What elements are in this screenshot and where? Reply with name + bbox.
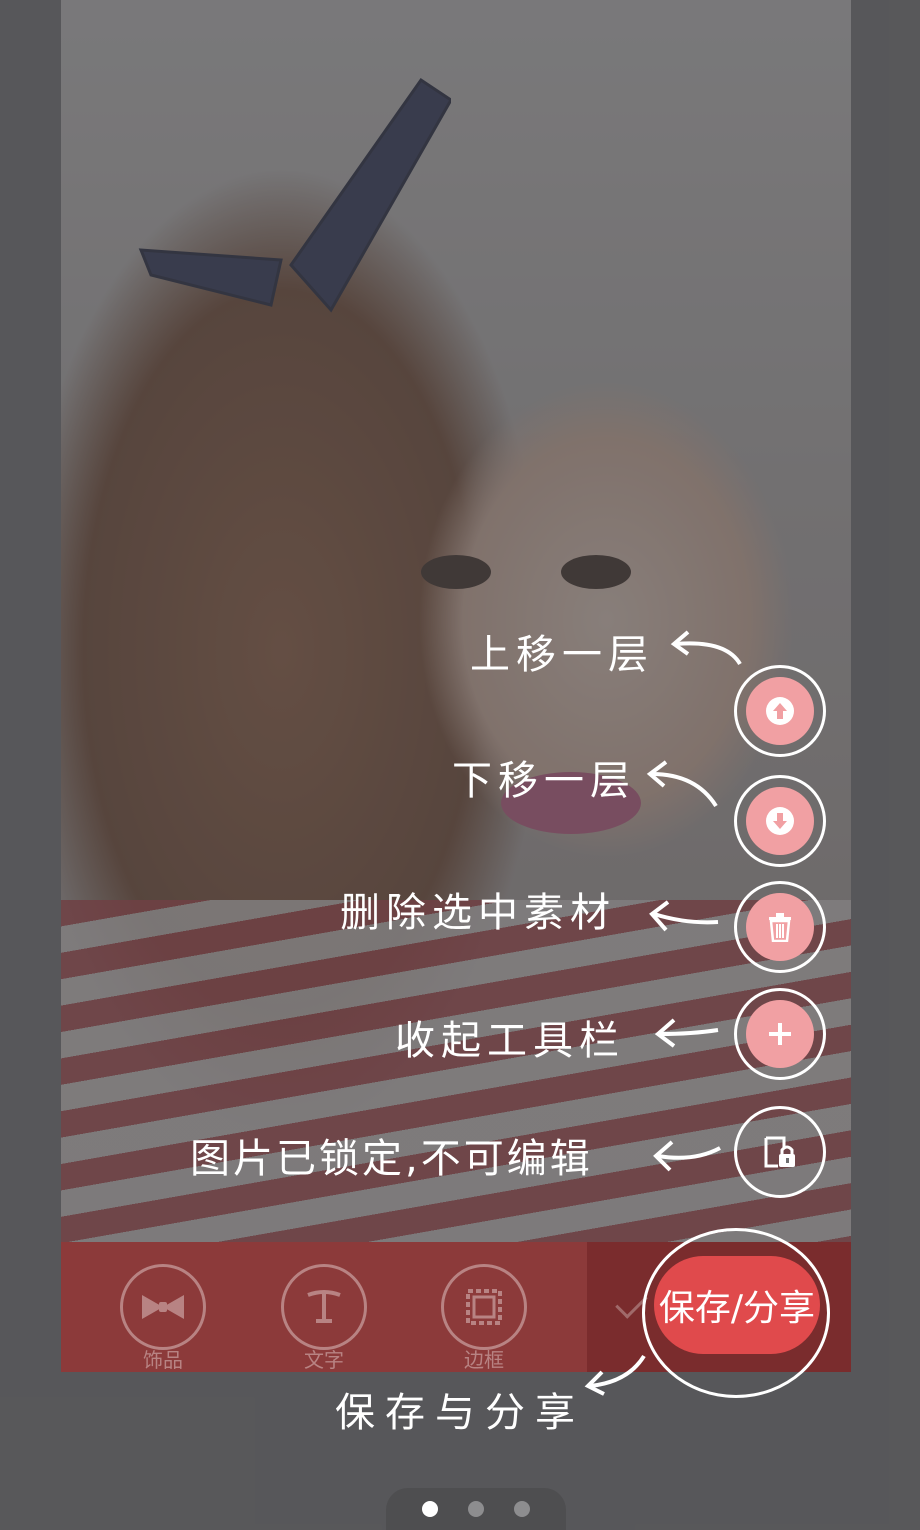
hint-save: 保存与分享 <box>335 1390 585 1436</box>
save-highlight-ring <box>642 1228 830 1398</box>
arrow-move-up-icon <box>670 630 742 666</box>
text-icon <box>307 1290 341 1323</box>
tool-text[interactable]: 文字 <box>281 1264 367 1373</box>
page-dot-active[interactable] <box>422 1501 438 1517</box>
arrow-save-icon <box>584 1354 646 1396</box>
arrow-move-down-icon <box>646 760 718 808</box>
frame-icon <box>466 1289 502 1325</box>
arrow-collapse-icon <box>654 1018 719 1048</box>
hint-locked: 图片已锁定,不可编辑 <box>190 1136 593 1182</box>
hint-collapse: 收起工具栏 <box>395 1018 625 1064</box>
arrow-up-icon <box>766 697 794 725</box>
arrow-delete-icon <box>649 900 719 932</box>
tool-accessory[interactable]: 饰品 <box>120 1264 206 1373</box>
hint-move-up: 上移一层 <box>470 632 654 678</box>
hint-move-down: 下移一层 <box>452 758 636 804</box>
tool-label: 饰品 <box>143 1348 183 1372</box>
tool-frame[interactable]: 边框 <box>441 1264 527 1373</box>
tool-label: 边框 <box>464 1348 504 1372</box>
page-dot[interactable] <box>514 1501 530 1517</box>
page-dot[interactable] <box>468 1501 484 1517</box>
arrow-down-icon <box>766 807 794 835</box>
plus-icon <box>769 1023 791 1045</box>
tool-label: 文字 <box>304 1348 344 1372</box>
collapse-toolbar-button[interactable] <box>734 988 826 1080</box>
move-down-button[interactable] <box>734 775 826 867</box>
bow-icon <box>142 1295 184 1319</box>
move-up-button[interactable] <box>734 665 826 757</box>
page-indicator <box>386 1488 566 1530</box>
lock-button[interactable] <box>734 1106 826 1198</box>
lock-icon <box>764 1136 795 1168</box>
arrow-locked-icon <box>653 1140 721 1172</box>
trash-icon <box>769 913 791 942</box>
delete-button[interactable] <box>734 881 826 973</box>
hint-delete: 删除选中素材 <box>340 890 616 936</box>
